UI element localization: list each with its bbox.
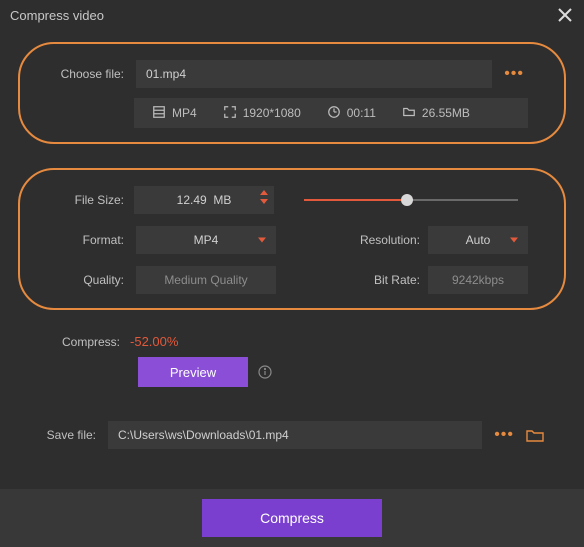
folder-icon: [402, 105, 416, 122]
format-label: Format:: [56, 233, 128, 247]
browse-save-button[interactable]: •••: [490, 426, 518, 444]
file-size-stepper[interactable]: 12.49 MB: [134, 186, 274, 214]
file-meta-bar: MP4 1920*1080 00:11 26.55MB: [134, 98, 528, 128]
size-slider[interactable]: [304, 190, 518, 210]
bitrate-readonly: 9242kbps: [428, 266, 528, 294]
slider-thumb[interactable]: [401, 194, 413, 206]
settings-section: File Size: 12.49 MB Format: MP4: [18, 168, 566, 310]
browse-file-button[interactable]: •••: [500, 65, 528, 83]
chevron-down-icon: [258, 238, 266, 243]
save-path-input[interactable]: [108, 421, 482, 449]
meta-format-value: MP4: [172, 106, 197, 120]
meta-resolution-value: 1920*1080: [243, 106, 301, 120]
file-size-label: File Size:: [56, 193, 128, 207]
expand-icon: [223, 105, 237, 122]
film-icon: [152, 105, 166, 122]
close-icon[interactable]: [556, 6, 574, 24]
compress-button[interactable]: Compress: [202, 499, 382, 537]
stepper-arrows-icon[interactable]: [260, 190, 268, 204]
chevron-down-icon: [510, 238, 518, 243]
meta-duration-value: 00:11: [347, 106, 376, 120]
quality-readonly: Medium Quality: [136, 266, 276, 294]
save-file-row: Save file: •••: [40, 421, 544, 449]
quality-label: Quality:: [56, 273, 128, 287]
open-folder-icon[interactable]: [526, 428, 544, 442]
meta-size: 26.55MB: [402, 105, 470, 122]
bitrate-label: Bit Rate:: [352, 273, 420, 287]
meta-duration: 00:11: [327, 105, 376, 122]
resolution-label: Resolution:: [352, 233, 420, 247]
format-value: MP4: [194, 233, 219, 247]
info-icon[interactable]: [258, 365, 272, 379]
preview-button[interactable]: Preview: [138, 357, 248, 387]
file-size-value: 12.49: [177, 193, 207, 207]
compress-label: Compress:: [62, 335, 120, 349]
meta-resolution: 1920*1080: [223, 105, 301, 122]
file-path-input[interactable]: [136, 60, 492, 88]
save-file-label: Save file:: [40, 428, 100, 442]
choose-file-label: Choose file:: [56, 67, 128, 81]
window-title: Compress video: [10, 8, 556, 23]
format-select[interactable]: MP4: [136, 226, 276, 254]
titlebar: Compress video: [0, 0, 584, 30]
choose-file-section: Choose file: ••• MP4 1920*1080 00:11 26.…: [18, 42, 566, 144]
clock-icon: [327, 105, 341, 122]
file-size-unit: MB: [213, 193, 231, 207]
compress-value: -52.00%: [130, 334, 178, 349]
resolution-select[interactable]: Auto: [428, 226, 528, 254]
compress-percent-row: Compress: -52.00%: [62, 334, 566, 349]
footer: Compress: [0, 489, 584, 547]
meta-format: MP4: [152, 105, 197, 122]
meta-size-value: 26.55MB: [422, 106, 470, 120]
resolution-value: Auto: [466, 233, 491, 247]
